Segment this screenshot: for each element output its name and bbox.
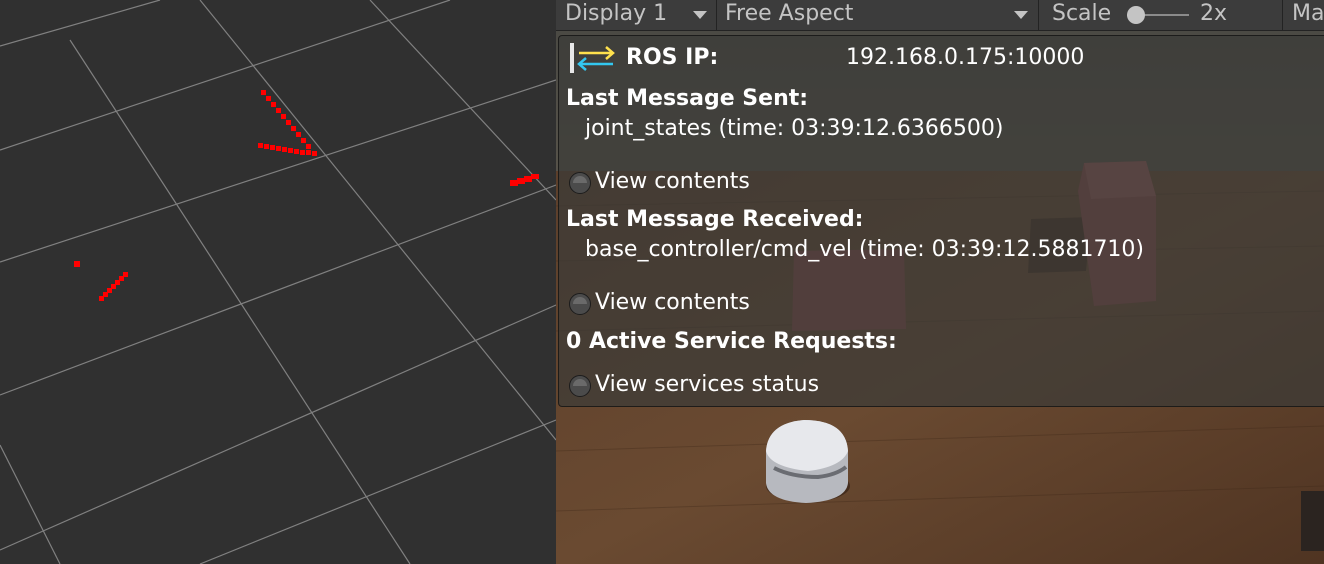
view-contents-toggle-icon[interactable] xyxy=(569,172,591,194)
view-services-status-label[interactable]: View services status xyxy=(595,372,819,397)
scale-value: 2x xyxy=(1200,1,1228,26)
rviz-viewport[interactable] xyxy=(0,0,556,564)
display-label: Display 1 xyxy=(565,1,668,26)
ros-ip-value: 192.168.0.175:10000 xyxy=(846,45,1085,70)
aspect-chevron-down-icon[interactable] xyxy=(1014,11,1028,19)
last-sent-label: Last Message Sent: xyxy=(566,86,809,111)
aspect-label: Free Aspect xyxy=(725,1,854,26)
ground-grid xyxy=(0,0,556,564)
view-contents-received-label[interactable]: View contents xyxy=(595,290,750,315)
display-dropdown[interactable]: Display 1 xyxy=(565,0,667,30)
scale-slider[interactable] xyxy=(1127,6,1189,24)
scale-slider-thumb[interactable] xyxy=(1127,6,1145,24)
view-services-toggle-icon[interactable] xyxy=(569,375,591,397)
bidirectional-arrows-icon xyxy=(570,43,615,73)
view-contents-toggle-icon[interactable] xyxy=(569,293,591,315)
scale-label: Scale xyxy=(1052,1,1112,26)
game-toolbar: Display 1 Free Aspect Scale 2x Ma xyxy=(556,0,1324,31)
toolbar-divider xyxy=(1282,0,1283,30)
object-edge xyxy=(1301,491,1324,551)
aspect-dropdown[interactable]: Free Aspect xyxy=(725,0,853,30)
last-received-label: Last Message Received: xyxy=(566,207,864,232)
maximize-toggle[interactable]: Ma xyxy=(1292,0,1324,30)
robot-model xyxy=(766,420,850,503)
ros-connection-hud: ROS IP: 192.168.0.175:10000 Last Message… xyxy=(558,35,1324,407)
toolbar-divider xyxy=(1038,0,1039,30)
view-contents-sent-label[interactable]: View contents xyxy=(595,169,750,194)
game-view[interactable]: Display 1 Free Aspect Scale 2x Ma ROS IP… xyxy=(556,0,1324,564)
toolbar-divider xyxy=(716,0,717,30)
laser-scan-grid xyxy=(0,0,556,564)
display-chevron-down-icon[interactable] xyxy=(693,11,707,19)
last-sent-value: joint_states (time: 03:39:12.6366500) xyxy=(585,116,1004,141)
active-services-label: 0 Active Service Requests: xyxy=(566,329,897,354)
last-received-value: base_controller/cmd_vel (time: 03:39:12.… xyxy=(585,237,1145,262)
laser-points xyxy=(74,90,539,301)
ros-ip-label: ROS IP: xyxy=(626,45,719,70)
